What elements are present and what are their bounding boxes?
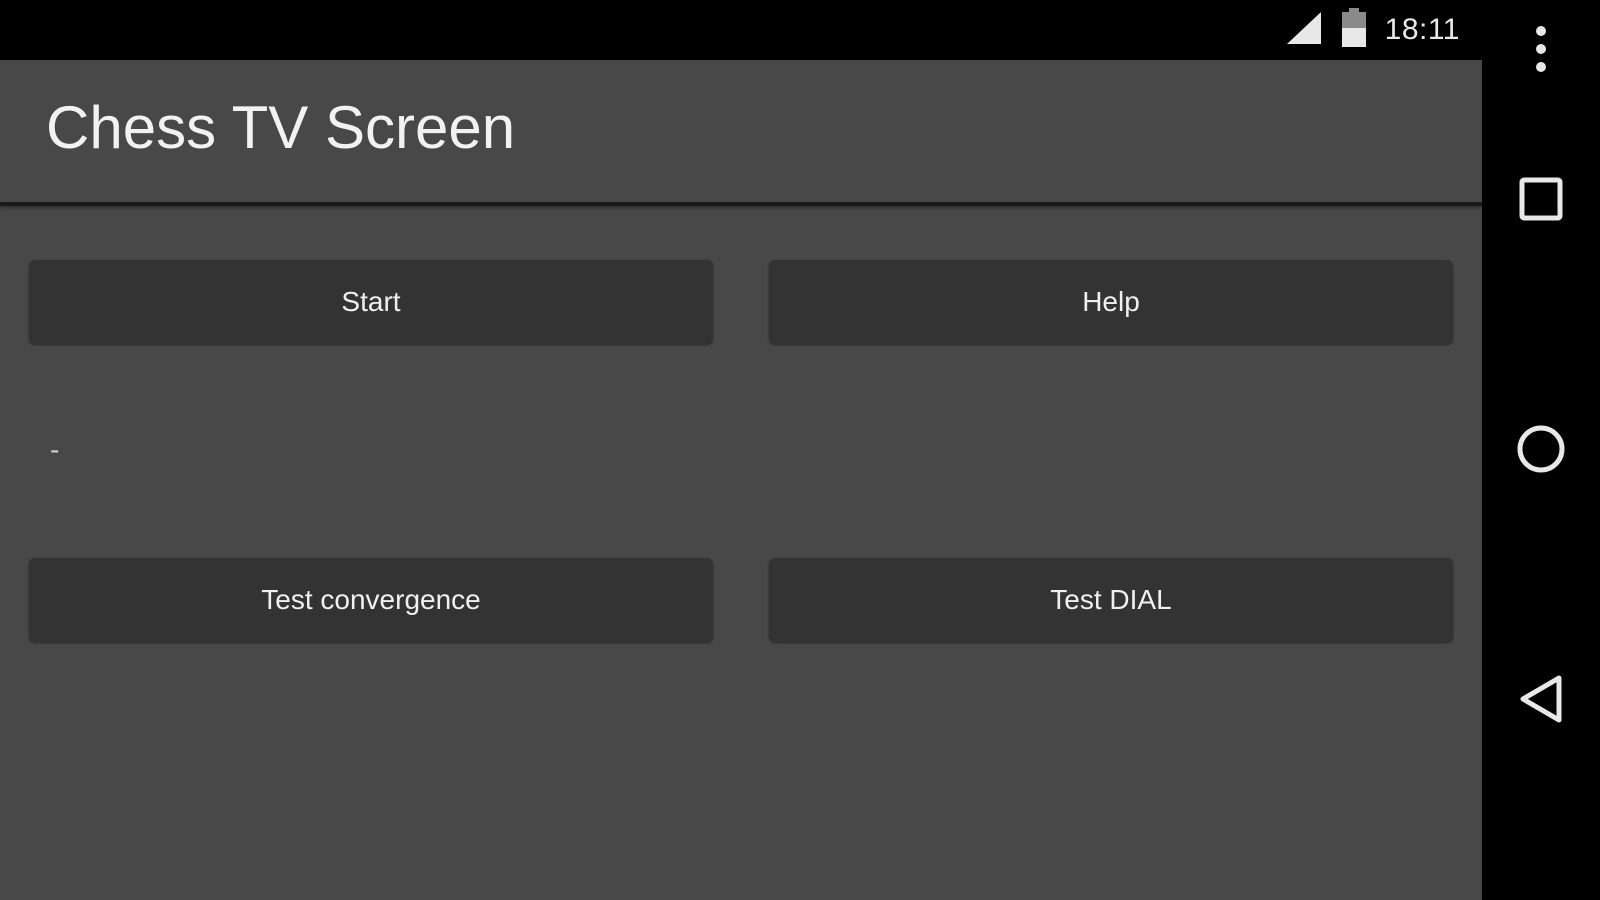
clock: 18:11 [1384, 13, 1460, 46]
overflow-menu-icon [1535, 25, 1547, 77]
home-icon [1516, 424, 1566, 478]
status-icons: 18:11 [1285, 0, 1460, 60]
recents-button[interactable] [1482, 166, 1600, 236]
battery-icon [1341, 8, 1367, 52]
back-icon [1519, 674, 1563, 728]
navigation-bar [1482, 0, 1600, 900]
help-button[interactable]: Help [769, 260, 1453, 344]
status-bar: 18:11 [0, 0, 1482, 60]
back-button[interactable] [1482, 666, 1600, 736]
recents-icon [1519, 177, 1563, 225]
status-text: - [50, 434, 60, 465]
main-content: Start Help - Test convergence Test DIAL [0, 206, 1482, 900]
action-bar: Chess TV Screen [0, 60, 1482, 206]
cell-signal-icon [1285, 10, 1323, 50]
app-title: Chess TV Screen [46, 94, 516, 161]
test-convergence-button[interactable]: Test convergence [29, 558, 713, 642]
test-dial-button[interactable]: Test DIAL [769, 558, 1453, 642]
app-window: Chess TV Screen Start Help - Test conver… [0, 60, 1482, 900]
device-screen: 18:11 Chess TV Screen Start Help - Test … [0, 0, 1600, 900]
start-button[interactable]: Start [29, 260, 713, 344]
overflow-menu-button[interactable] [1482, 16, 1600, 86]
home-button[interactable] [1482, 416, 1600, 486]
